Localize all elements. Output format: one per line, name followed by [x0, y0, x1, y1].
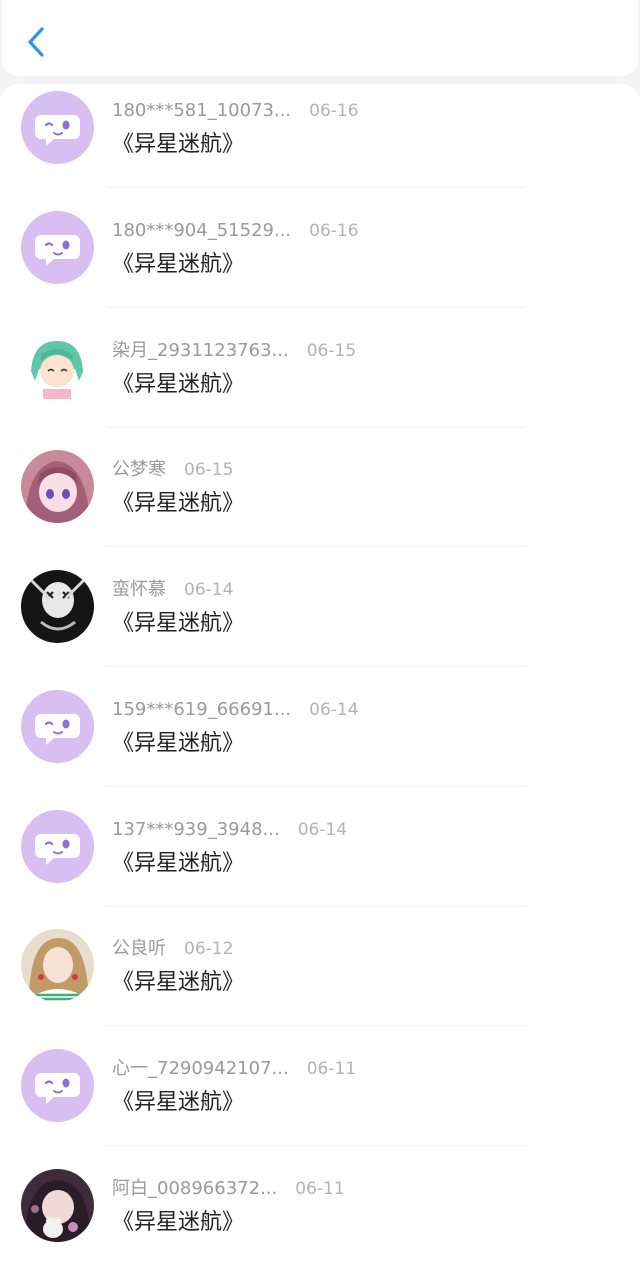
- list-item[interactable]: 阿白_008966372... 06-11 《异星迷航》: [0, 1162, 640, 1264]
- item-title: 《异星迷航》: [112, 731, 245, 756]
- item-title: 《异星迷航》: [112, 1210, 245, 1235]
- avatar-image: [21, 331, 94, 404]
- list-item[interactable]: 公良听 06-12 《异星迷航》: [0, 922, 640, 1042]
- item-date: 06-11: [295, 1179, 345, 1199]
- avatar: [21, 450, 94, 523]
- item-meta: 公良听 06-12: [112, 936, 233, 962]
- item-date: 06-14: [184, 580, 234, 600]
- default-avatar-icon: [21, 1049, 94, 1122]
- list-item[interactable]: 159***619_66691... 06-14 《异星迷航》: [0, 683, 640, 803]
- user-name: 137***939_3948...: [112, 819, 280, 840]
- list-item[interactable]: 180***581_10073... 06-16 《异星迷航》: [0, 84, 640, 204]
- divider: [106, 906, 526, 907]
- item-meta: 阿白_008966372... 06-11: [112, 1176, 345, 1202]
- avatar: [21, 810, 94, 883]
- item-title: 《异星迷航》: [112, 1090, 245, 1115]
- avatar: [21, 929, 94, 1002]
- item-title: 《异星迷航》: [112, 132, 245, 157]
- list-item[interactable]: 180***904_51529... 06-16 《异星迷航》: [0, 204, 640, 324]
- item-date: 06-16: [309, 101, 359, 121]
- item-date: 06-14: [309, 700, 359, 720]
- item-meta: 180***581_10073... 06-16: [112, 98, 359, 124]
- item-title: 《异星迷航》: [112, 970, 245, 995]
- divider: [106, 1025, 526, 1026]
- user-name: 180***581_10073...: [112, 100, 292, 121]
- item-meta: 137***939_3948... 06-14: [112, 817, 347, 843]
- item-date: 06-15: [306, 341, 357, 361]
- item-title: 《异星迷航》: [112, 491, 245, 516]
- avatar-image: [21, 929, 94, 1002]
- list-item[interactable]: 心一_7290942107... 06-11 《异星迷航》: [0, 1042, 640, 1162]
- item-date: 06-12: [184, 939, 234, 959]
- default-avatar-icon: [21, 690, 94, 763]
- chevron-left-icon: [28, 27, 44, 57]
- user-name: 公良听: [112, 938, 166, 959]
- avatar: [21, 690, 94, 763]
- message-list: 180***581_10073... 06-16 《异星迷航》 180***904…: [0, 84, 640, 1264]
- list-item[interactable]: 蛮怀慕 06-14 《异星迷航》: [0, 563, 640, 683]
- list-item[interactable]: 137***939_3948... 06-14 《异星迷航》: [0, 803, 640, 923]
- user-name: 公梦寒: [112, 459, 166, 480]
- item-meta: 公梦寒 06-15: [112, 457, 233, 483]
- item-meta: 心一_7290942107... 06-11: [112, 1056, 356, 1082]
- default-avatar-icon: [21, 810, 94, 883]
- divider: [106, 187, 526, 188]
- avatar: [21, 1049, 94, 1122]
- item-title: 《异星迷航》: [112, 252, 245, 277]
- avatar: [21, 91, 94, 164]
- user-name: 阿白_008966372...: [112, 1178, 278, 1199]
- item-meta: 180***904_51529... 06-16: [112, 218, 359, 244]
- item-date: 06-11: [306, 1059, 357, 1079]
- avatar: [21, 211, 94, 284]
- item-date: 06-14: [297, 820, 348, 840]
- user-name: 心一_7290942107...: [112, 1058, 289, 1079]
- list-item[interactable]: 染月_2931123763... 06-15 《异星迷航》: [0, 324, 640, 444]
- user-name: 蛮怀慕: [112, 579, 166, 600]
- item-meta: 染月_2931123763... 06-15: [112, 338, 356, 364]
- default-avatar-icon: [21, 211, 94, 284]
- divider: [106, 546, 526, 547]
- back-button[interactable]: [20, 22, 56, 62]
- item-meta: 蛮怀慕 06-14: [112, 577, 233, 603]
- list-item[interactable]: 公梦寒 06-15 《异星迷航》: [0, 443, 640, 563]
- avatar-image: [21, 1169, 94, 1242]
- user-name: 染月_2931123763...: [112, 340, 289, 361]
- item-date: 06-15: [184, 460, 234, 480]
- item-meta: 159***619_66691... 06-14: [112, 697, 359, 723]
- avatar: [21, 331, 94, 404]
- divider: [106, 786, 526, 787]
- divider: [106, 1145, 526, 1146]
- item-title: 《异星迷航》: [112, 372, 245, 397]
- divider: [106, 307, 526, 308]
- avatar: [21, 1169, 94, 1242]
- default-avatar-icon: [21, 91, 94, 164]
- item-date: 06-16: [309, 221, 359, 241]
- top-bar: [2, 0, 638, 76]
- user-name: 180***904_51529...: [112, 220, 292, 241]
- avatar-image: [21, 570, 94, 643]
- avatar: [21, 570, 94, 643]
- item-title: 《异星迷航》: [112, 611, 245, 636]
- user-name: 159***619_66691...: [112, 699, 292, 720]
- item-title: 《异星迷航》: [112, 851, 245, 876]
- divider: [106, 427, 526, 428]
- divider: [106, 666, 526, 667]
- avatar-image: [21, 450, 94, 523]
